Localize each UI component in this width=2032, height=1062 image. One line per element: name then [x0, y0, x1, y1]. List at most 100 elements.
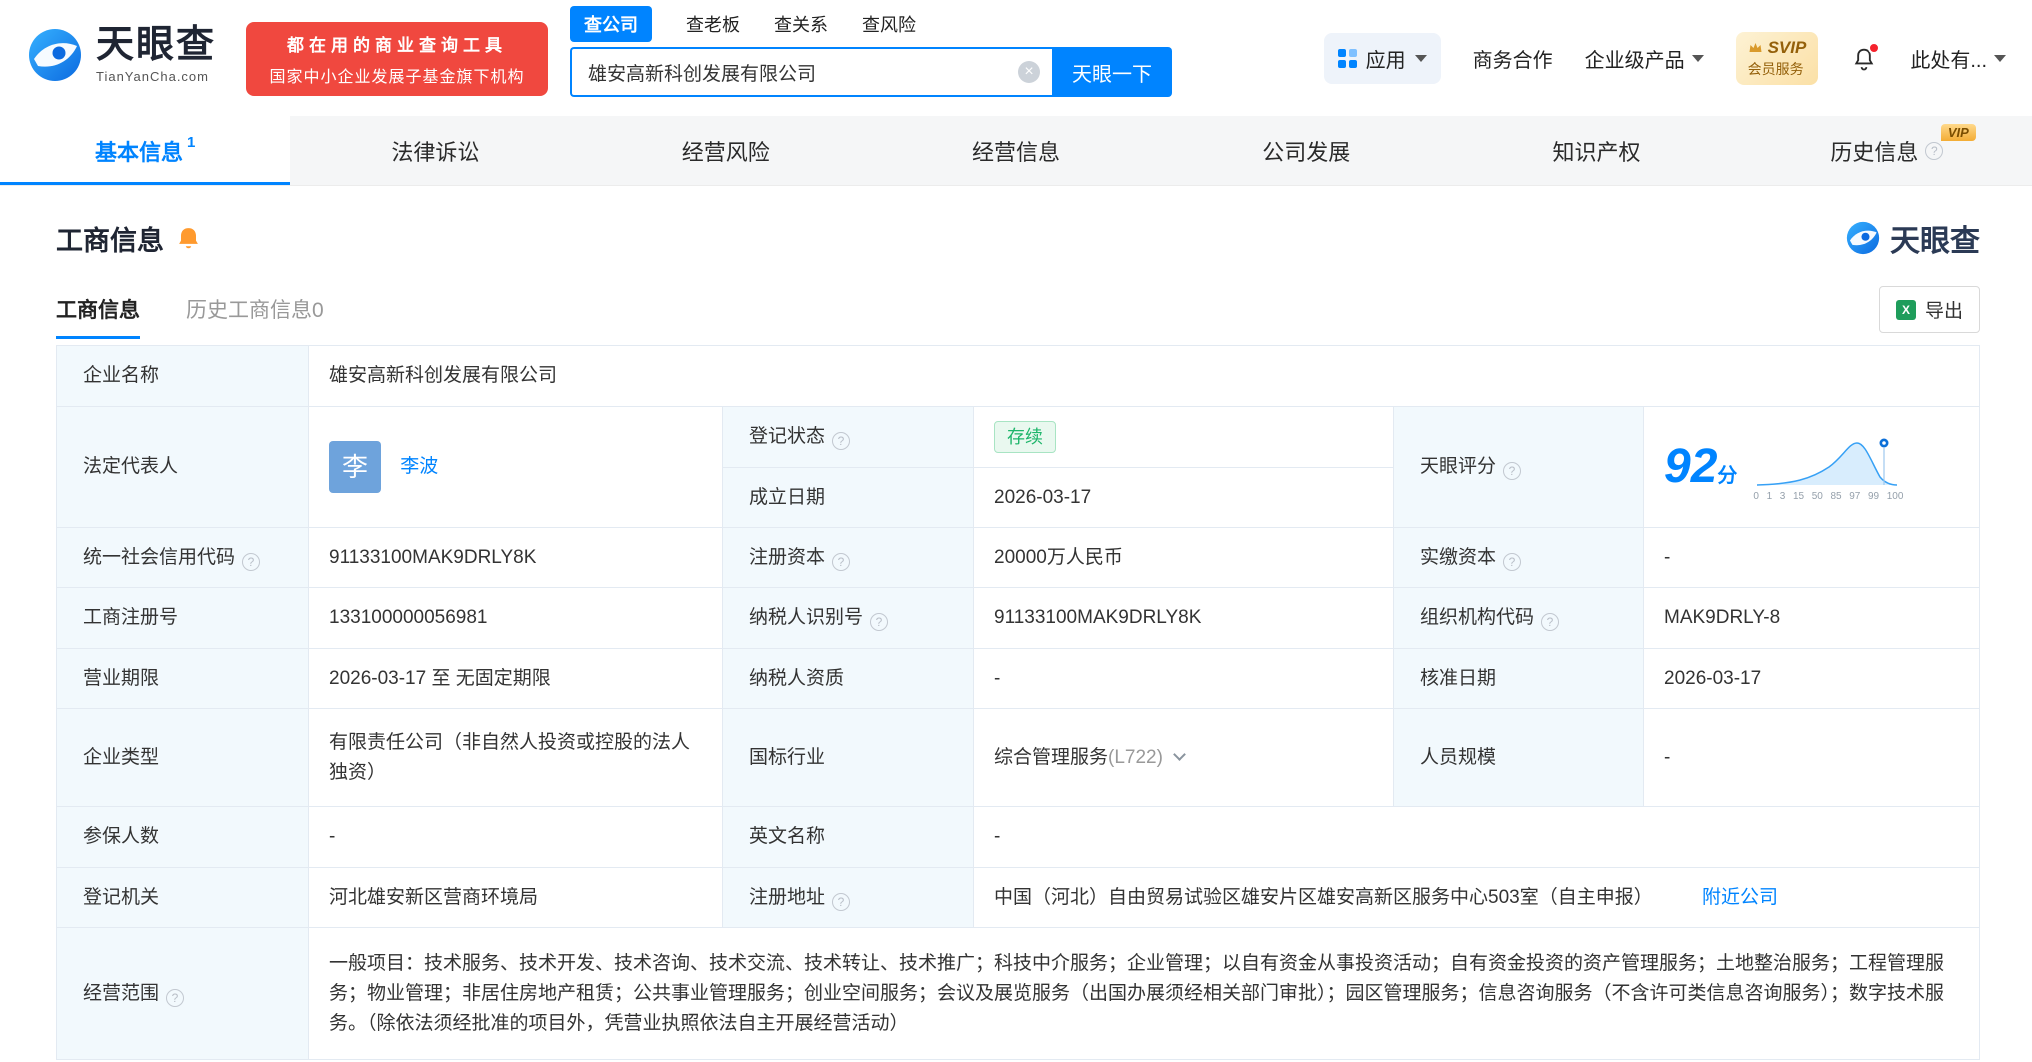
score-chart-box: 0 1 3 15 50 85 97 99 100	[1753, 433, 1903, 502]
tab-legal-proceedings[interactable]: 法律诉讼	[290, 116, 580, 185]
subtab-history-business-info[interactable]: 历史工商信息0	[186, 294, 324, 336]
page-title: 工商信息	[56, 225, 164, 256]
table-row: 工商注册号 133100000056981 纳税人识别号 91133100MAK…	[56, 587, 1981, 649]
subtab-history-count: 0	[312, 299, 324, 322]
main-content: 工商信息 天眼查 工商信息 历史工商信息0 X 导出 企业名称 雄安高新科创发展…	[0, 216, 2032, 1060]
field-label: 成立日期	[749, 486, 826, 508]
nearby-companies-link[interactable]: 附近公司	[1702, 887, 1778, 908]
legal-rep-link[interactable]: 李波	[400, 456, 438, 477]
notification-bell[interactable]	[1850, 41, 1881, 73]
tab-history-info[interactable]: 历史信息 VIP	[1742, 116, 2032, 185]
legal-rep-cell: 李 李波	[308, 406, 723, 528]
subtab-history-label: 历史工商信息	[186, 299, 312, 322]
help-icon[interactable]	[1503, 462, 1522, 480]
insured-label: 参保人数	[56, 806, 309, 868]
table-row: 经营范围 一般项目：技术服务、技术开发、技术咨询、技术交流、技术转让、技术推广；…	[56, 927, 1981, 1060]
tab-label: 历史信息	[1830, 139, 1919, 165]
registry-value: 河北雄安新区营商环境局	[308, 867, 723, 928]
staff-size-value: -	[1642, 708, 1981, 807]
tab-company-development[interactable]: 公司发展	[1161, 116, 1451, 185]
help-icon[interactable]	[832, 552, 851, 571]
svip-badge[interactable]: SVIP 会员服务	[1735, 32, 1819, 85]
help-icon[interactable]	[1541, 613, 1560, 631]
search-box	[570, 47, 1052, 97]
term-value: 2026-03-17 至 无固定期限	[308, 648, 723, 709]
approval-date-label: 核准日期	[1393, 648, 1644, 709]
search-input[interactable]	[572, 49, 1052, 95]
english-name-label: 英文名称	[722, 806, 974, 868]
legal-rep-avatar[interactable]: 李	[329, 441, 381, 493]
watermark-logo: 天眼查	[1845, 216, 1980, 260]
credit-code-value: 91133100MAK9DRLY8K	[308, 527, 723, 588]
user-menu[interactable]: 此处有...	[1910, 44, 2006, 73]
field-label: 工商注册号	[83, 607, 179, 628]
logo-text: 天眼查 TianYanCha.com	[96, 26, 216, 84]
field-label: 人员规模	[1420, 746, 1497, 768]
field-label: 企业类型	[83, 746, 160, 768]
tianyancha-logo[interactable]: 天眼查 TianYanCha.com	[26, 26, 216, 84]
table-row: 企业类型 有限责任公司（非自然人投资或控股的法人独资） 国标行业 综合管理服务(…	[56, 708, 1981, 807]
apps-menu[interactable]: 应用	[1323, 33, 1441, 84]
clear-icon[interactable]	[1018, 61, 1040, 83]
address-cell: 中国（河北）自由贸易试验区雄安片区雄安高新区服务中心503室（自主申报） 附近公…	[972, 867, 1981, 928]
help-icon[interactable]	[832, 432, 851, 450]
tab-intellectual-property[interactable]: 知识产权	[1451, 116, 1741, 185]
help-icon[interactable]	[1925, 141, 1944, 160]
score-cell: 92分 01 3 15 50 85 97 99 100	[1642, 406, 1981, 528]
help-icon[interactable]	[242, 552, 261, 571]
credit-code-label: 统一社会信用代码	[56, 527, 309, 588]
notification-dot	[1868, 41, 1881, 54]
slogan-line-2: 国家中小企业发展子基金旗下机构	[269, 69, 525, 86]
expand-chevron-icon[interactable]	[1173, 747, 1186, 761]
help-icon[interactable]	[832, 892, 851, 911]
org-code-label: 组织机构代码	[1393, 587, 1644, 649]
apps-grid-icon	[1337, 49, 1357, 68]
tab-operating-risk[interactable]: 经营风险	[581, 116, 871, 185]
industry-label: 国标行业	[722, 708, 974, 807]
tab-count-badge: 1	[186, 134, 196, 151]
score-label-cell: 天眼评分	[1393, 406, 1644, 528]
table-row: 法定代表人 李 李波 登记状态 存续 天眼评分	[56, 406, 1981, 528]
tab-label: 经营风险	[681, 139, 770, 165]
excel-icon	[1895, 299, 1916, 320]
subtabs: 工商信息 历史工商信息0	[56, 294, 324, 339]
field-label: 国标行业	[749, 746, 826, 768]
english-name-value: -	[972, 806, 1981, 868]
table-row: 参保人数 - 英文名称 -	[56, 806, 1981, 868]
table-row: 企业名称 雄安高新科创发展有限公司	[56, 345, 1981, 407]
field-label: 参保人数	[83, 826, 160, 847]
search-tabs: 查公司 查老板 查关系 查风险	[570, 4, 1172, 44]
search-tab-boss[interactable]: 查老板	[686, 11, 740, 37]
enterprise-products-menu[interactable]: 企业级产品	[1585, 44, 1704, 73]
tianyancha-logo-icon	[29, 29, 81, 81]
search-button[interactable]: 天眼一下	[1052, 47, 1172, 97]
apps-label: 应用	[1365, 50, 1406, 72]
subtab-business-info[interactable]: 工商信息	[56, 294, 140, 339]
table-row: 统一社会信用代码 91133100MAK9DRLY8K 注册资本 20000万人…	[56, 527, 1981, 588]
business-cooperation-link[interactable]: 商务合作	[1473, 44, 1553, 73]
org-code-value: MAK9DRLY-8	[1642, 587, 1981, 649]
scope-label: 经营范围	[56, 927, 309, 1060]
export-button[interactable]: 导出	[1878, 286, 1980, 333]
field-label: 登记机关	[83, 886, 160, 908]
insured-value: -	[308, 806, 723, 868]
company-name-label: 企业名称	[56, 345, 309, 407]
paid-capital-label: 实缴资本	[1393, 527, 1644, 588]
search-tab-risk[interactable]: 查风险	[862, 11, 916, 37]
tab-basic-info[interactable]: 基本信息 1	[0, 116, 291, 185]
tianyancha-logo-icon	[1846, 221, 1880, 255]
tab-operating-info[interactable]: 经营信息	[871, 116, 1161, 185]
help-icon[interactable]	[1503, 552, 1522, 571]
export-label: 导出	[1924, 301, 1963, 322]
logo-name-cn: 天眼查	[96, 24, 217, 66]
score-widget[interactable]: 92分 01 3 15 50 85 97 99 100	[1664, 433, 1959, 502]
section-header: 工商信息 天眼查	[56, 216, 1980, 260]
search-tab-relation[interactable]: 查关系	[774, 11, 828, 37]
help-icon[interactable]	[870, 613, 889, 631]
legal-rep-label: 法定代表人	[56, 406, 309, 528]
search-tab-company[interactable]: 查公司	[570, 6, 652, 42]
help-icon[interactable]	[166, 988, 185, 1007]
subscribe-bell-icon[interactable]	[177, 226, 200, 251]
tab-label: 知识产权	[1552, 139, 1641, 165]
field-label: 注册地址	[749, 886, 826, 908]
